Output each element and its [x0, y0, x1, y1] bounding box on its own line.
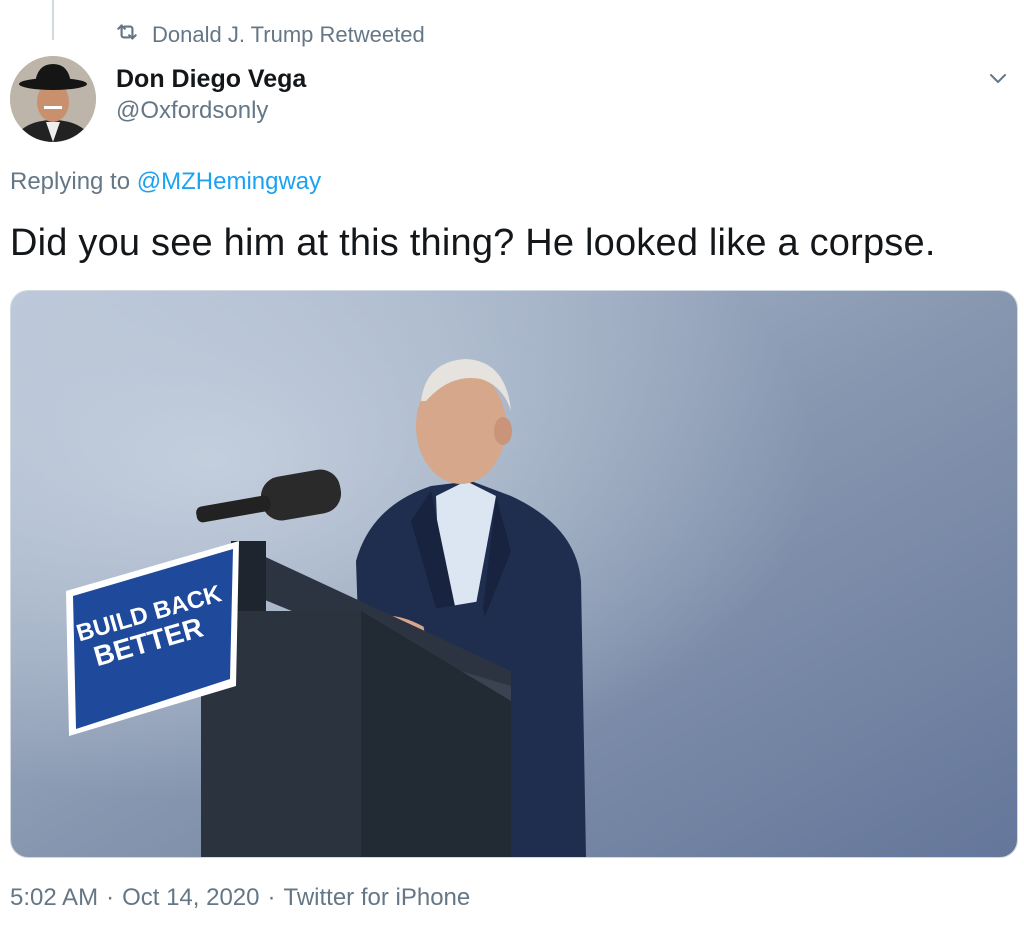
retweet-banner-text[interactable]: Donald J. Trump Retweeted — [152, 22, 425, 48]
chevron-down-icon[interactable] — [984, 64, 1012, 92]
retweet-icon — [114, 19, 140, 51]
reply-mention-link[interactable]: @MZHemingway — [137, 168, 321, 195]
tweet-time[interactable]: 5:02 AM — [10, 884, 98, 912]
author-display-name[interactable]: Don Diego Vega — [116, 64, 306, 94]
meta-separator: · — [267, 884, 276, 911]
meta-separator: · — [106, 884, 115, 911]
author-handle[interactable]: @Oxfordsonly — [116, 94, 306, 128]
tweet-media-image[interactable]: BUILD BACK BETTER — [10, 290, 1018, 858]
tweet-date[interactable]: Oct 14, 2020 — [122, 884, 259, 912]
thread-connector-line — [52, 0, 54, 40]
reply-context: Replying to @MZHemingway — [10, 168, 321, 196]
tweet-meta: 5:02 AM · Oct 14, 2020 · Twitter for iPh… — [10, 884, 470, 912]
tweet-source[interactable]: Twitter for iPhone — [284, 884, 471, 912]
reply-prefix: Replying to — [10, 168, 131, 195]
author-block: Don Diego Vega @Oxfordsonly — [116, 64, 306, 128]
tweet-text: Did you see him at this thing? He looked… — [10, 222, 936, 264]
avatar[interactable] — [10, 56, 96, 142]
retweet-banner: Donald J. Trump Retweeted — [114, 20, 425, 50]
